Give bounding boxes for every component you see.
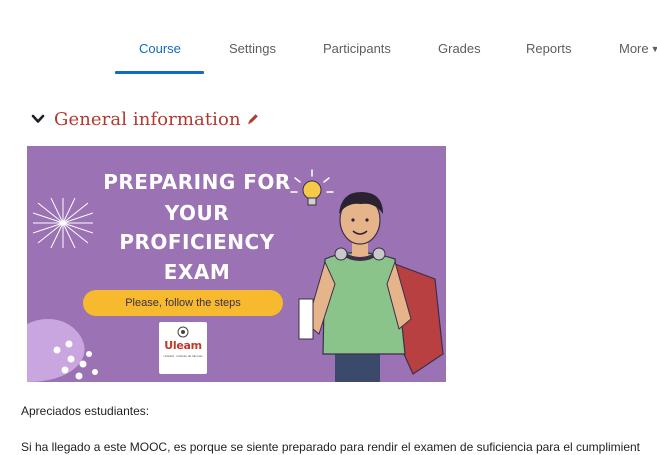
chevron-down-icon[interactable] — [30, 111, 46, 127]
tab-reports[interactable]: Reports — [526, 41, 572, 56]
greeting-text: Apreciados estudiantes: — [21, 404, 150, 418]
course-tabs-nav: Course Settings Participants Grades Repo… — [0, 0, 657, 76]
tab-grades[interactable]: Grades — [438, 41, 481, 56]
intro-paragraph: Si ha llegado a este MOOC, es porque se … — [21, 440, 641, 454]
banner-title-line: YOUR — [164, 201, 230, 225]
student-illustration — [298, 192, 444, 382]
section-header: General information — [30, 105, 260, 133]
logo-subtext: ULEAM · Instituto de Idiomas — [163, 354, 203, 358]
banner-title-line: PROFICIENCY — [119, 230, 275, 254]
tab-more[interactable]: More ▼ — [619, 41, 657, 56]
blob-decoration — [27, 319, 98, 382]
chevron-down-icon: ▼ — [650, 44, 657, 54]
course-banner-image: PREPARING FOR YOUR PROFICIENCY EXAM Plea… — [27, 146, 446, 382]
section-title[interactable]: General information — [54, 109, 241, 130]
tab-settings[interactable]: Settings — [229, 41, 276, 56]
uleam-logo: Uleam ULEAM · Instituto de Idiomas — [159, 322, 207, 374]
tab-participants[interactable]: Participants — [323, 41, 391, 56]
logo-text: Uleam — [164, 339, 202, 352]
tab-more-label: More — [619, 41, 649, 56]
banner-steps-pill: Please, follow the steps — [83, 290, 283, 316]
logo-emblem-icon — [177, 326, 189, 338]
active-tab-indicator — [115, 71, 204, 74]
tab-course[interactable]: Course — [139, 41, 181, 56]
banner-title-line: EXAM — [163, 260, 231, 284]
pencil-icon[interactable] — [246, 112, 260, 126]
banner-title-line: PREPARING FOR — [103, 170, 291, 194]
